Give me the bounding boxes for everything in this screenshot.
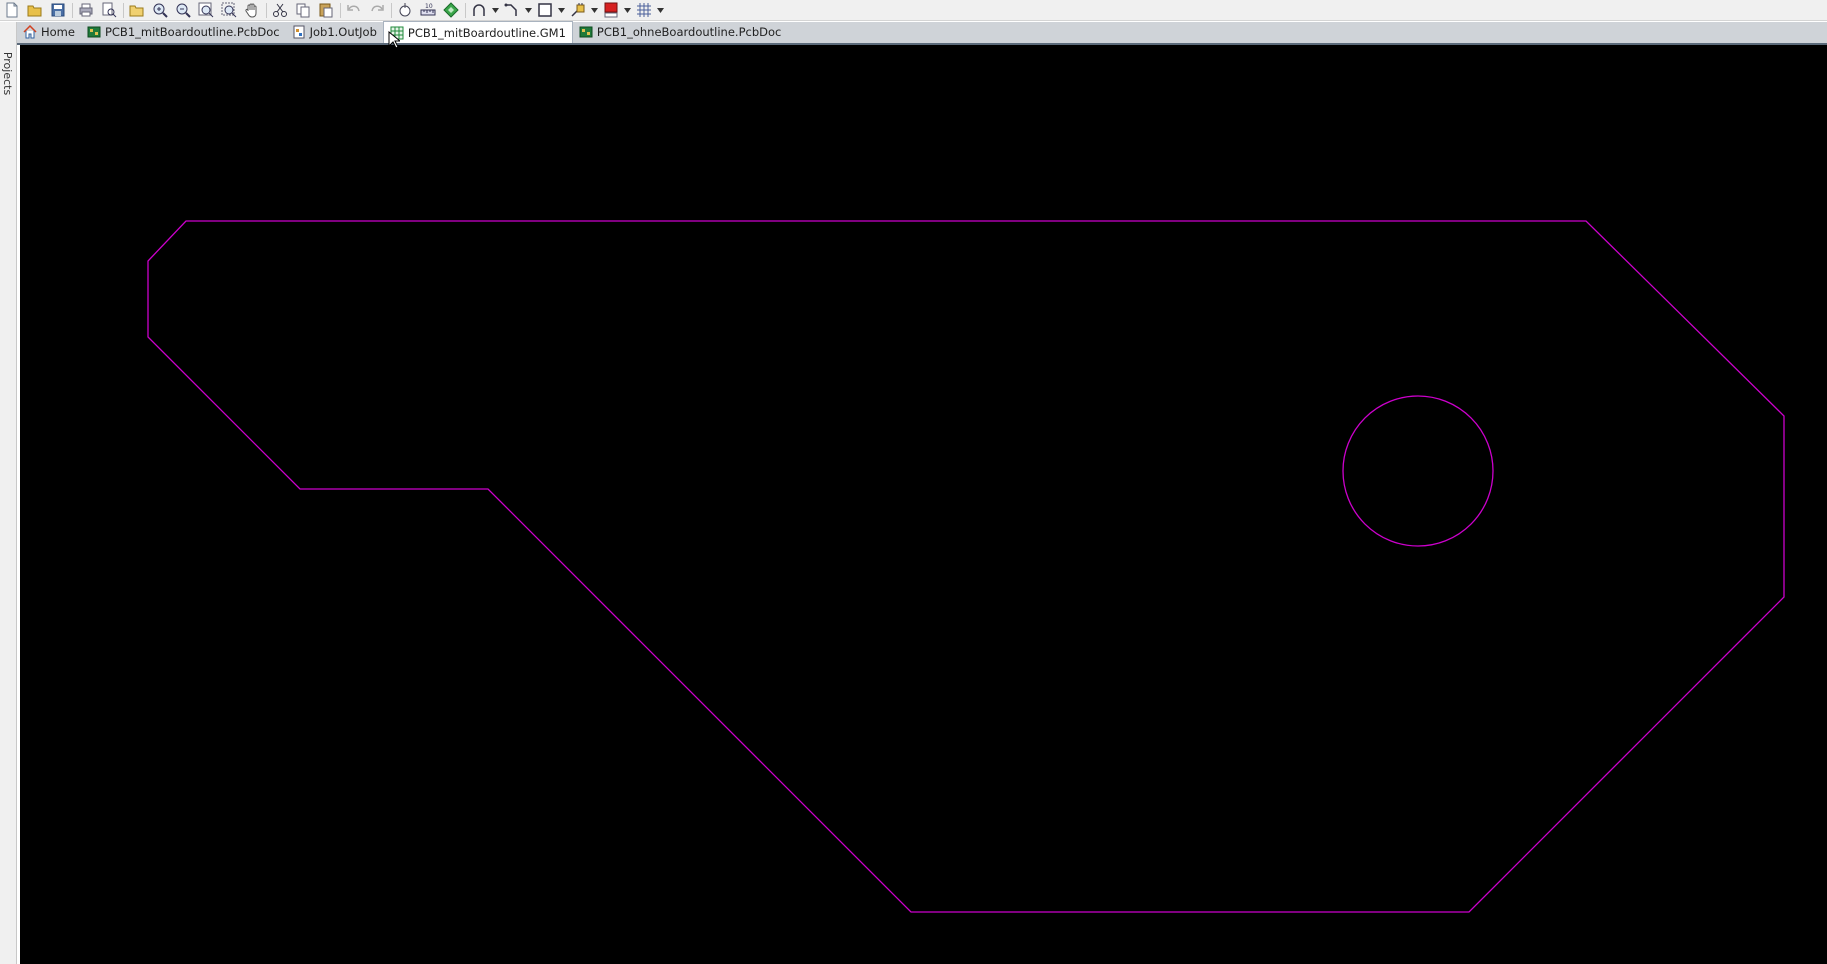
svg-text:10: 10 (425, 3, 433, 10)
arc-dropdown[interactable] (492, 1, 499, 20)
print-icon[interactable] (76, 1, 96, 20)
component-dropdown[interactable] (591, 1, 598, 20)
undo-icon[interactable] (344, 1, 364, 20)
cross-probe-icon[interactable] (395, 1, 415, 20)
redo-icon[interactable] (367, 1, 387, 20)
toolbar-separator (391, 2, 392, 18)
toolbar-separator (340, 2, 341, 18)
mounting-hole (1342, 395, 1494, 547)
tab-label: PCB1_ohneBoardoutline.PcbDoc (596, 25, 782, 39)
route-dropdown[interactable] (525, 1, 532, 20)
open-file-icon[interactable] (25, 1, 45, 20)
board-outline (147, 220, 1785, 913)
gerber-icon (390, 26, 404, 40)
pan-hand-icon[interactable] (242, 1, 262, 20)
board-drawing (147, 220, 1785, 913)
tab-job1-outjob[interactable]: Job1.OutJob (286, 21, 383, 43)
arc-icon[interactable] (469, 1, 489, 20)
print-preview-icon[interactable] (99, 1, 119, 20)
component-icon[interactable] (568, 1, 588, 20)
rectangle-icon[interactable] (535, 1, 555, 20)
tab-label: PCB1_mitBoardoutline.GM1 (407, 25, 566, 40)
toolbar-separator (123, 2, 124, 18)
toolbar-separator (465, 2, 466, 18)
tab-pcb1-mitboardoutline-pcbdoc[interactable]: PCB1_mitBoardoutline.PcbDoc (81, 21, 286, 43)
zoom-fit-icon[interactable] (196, 1, 216, 20)
tab-label: PCB1_mitBoardoutline.PcbDoc (104, 25, 280, 39)
rectangle-dropdown[interactable] (558, 1, 565, 20)
color-icon[interactable] (601, 1, 621, 20)
color-dropdown[interactable] (624, 1, 631, 20)
grid-dropdown[interactable] (657, 1, 664, 20)
paste-icon[interactable] (316, 1, 336, 20)
toolbar-separator (266, 2, 267, 18)
main-toolbar: 10 (0, 0, 1827, 21)
tab-pcb1-ohneboardoutline-pcbdoc[interactable]: PCB1_ohneBoardoutline.PcbDoc (573, 21, 787, 43)
projects-panel-tab[interactable]: Projects (0, 48, 16, 98)
tab-label: Job1.OutJob (309, 25, 377, 39)
projects-panel-label: Projects (1, 51, 15, 95)
outjob-icon (292, 25, 306, 39)
layer-icon[interactable] (441, 1, 461, 20)
home-icon (23, 25, 37, 39)
measure-icon[interactable]: 10 (418, 1, 438, 20)
zoom-in-icon[interactable] (150, 1, 170, 20)
copy-icon[interactable] (293, 1, 313, 20)
tab-pcb1-mitboardoutline-gm1[interactable]: PCB1_mitBoardoutline.GM1 (382, 21, 573, 43)
pcb-doc-icon (579, 25, 593, 39)
grid-icon[interactable] (634, 1, 654, 20)
save-icon[interactable] (48, 1, 68, 20)
route-icon[interactable] (502, 1, 522, 20)
zoom-area-icon[interactable] (219, 1, 239, 20)
pcb-doc-icon (87, 25, 101, 39)
tab-home[interactable]: Home (17, 21, 81, 43)
tab-label: Home (41, 25, 75, 39)
toolbar-separator (72, 2, 73, 18)
projects-panel-strip: Projects (0, 22, 17, 964)
zoom-out-icon[interactable] (173, 1, 193, 20)
gerber-view-canvas[interactable] (20, 45, 1827, 964)
cut-icon[interactable] (270, 1, 290, 20)
open-folder-icon[interactable] (127, 1, 147, 20)
document-tab-bar: Home PCB1_mitBoardoutline.PcbDoc Job1.Ou… (17, 21, 1827, 45)
new-file-icon[interactable] (2, 1, 22, 20)
